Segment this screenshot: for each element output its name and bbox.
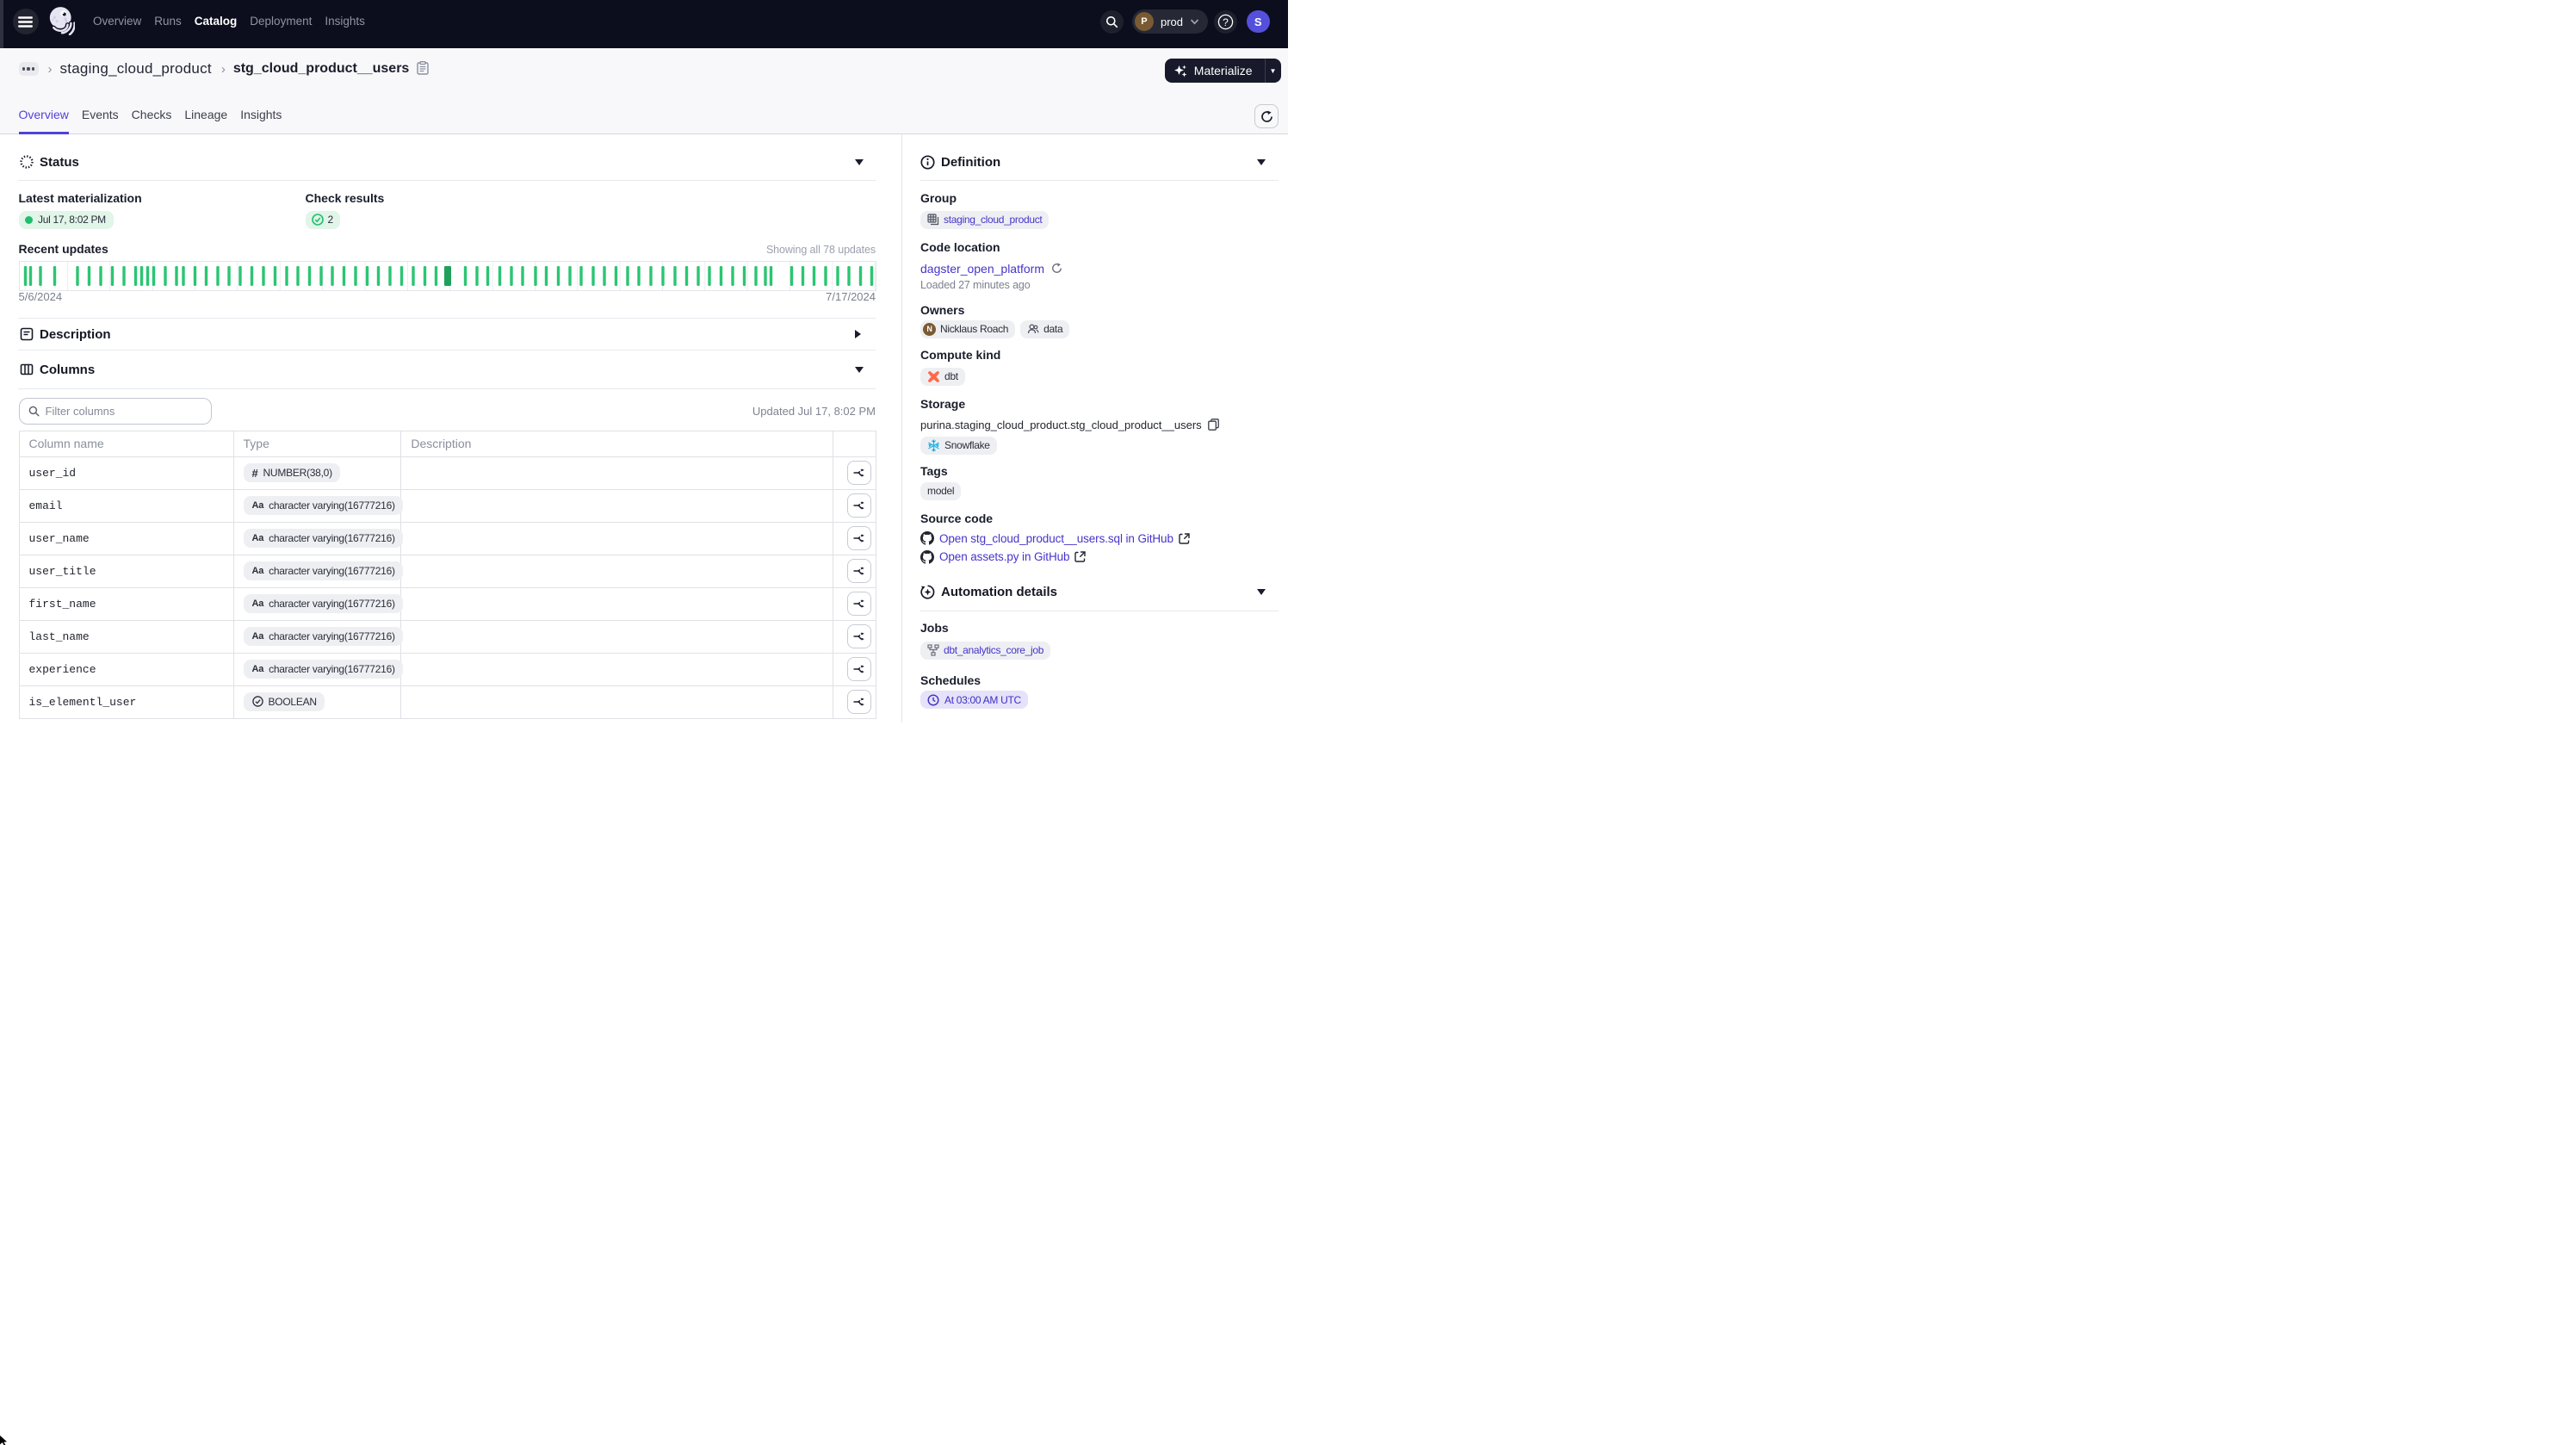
svg-text:?: ?	[1223, 16, 1229, 28]
